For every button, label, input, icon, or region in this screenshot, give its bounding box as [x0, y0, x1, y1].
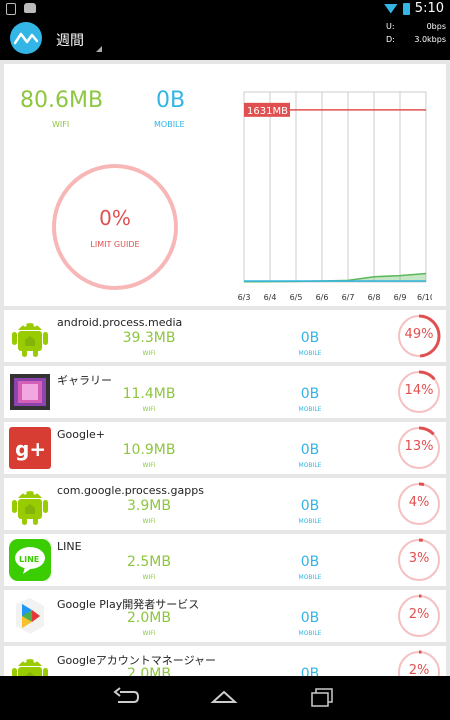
android-icon	[8, 482, 52, 526]
play-services-icon	[8, 594, 52, 638]
app-wifi-value: 10.9MB	[122, 442, 176, 458]
chart-x-tick: 6/6	[316, 293, 329, 302]
app-share-percent: 3%	[408, 551, 430, 566]
app-name: com.google.process.gapps	[57, 484, 204, 497]
app-row[interactable]: Googleアカウントマネージャー2.0MBWIFI0BMOBILE2%	[4, 646, 446, 676]
chart-x-tick: 6/4	[264, 293, 277, 302]
navigation-bar	[0, 676, 450, 720]
spinner-arrow-icon	[96, 46, 102, 52]
total-wifi-value: 80.6MB	[20, 88, 104, 113]
app-name: ギャラリー	[57, 374, 112, 387]
recent-apps-button[interactable]	[308, 686, 336, 708]
app-mobile-label: MOBILE	[298, 350, 322, 357]
gallery-icon	[8, 370, 52, 414]
chart-frame	[243, 91, 427, 283]
app-share-percent: 49%	[404, 327, 434, 342]
download-speed: 3.0kbps	[414, 35, 446, 44]
summary-card: 80.6MB WIFI 0B MOBILE 0% LIMIT GUIDE 6/3…	[4, 64, 446, 306]
app-name: Google+	[57, 428, 106, 441]
app-share-percent: 2%	[408, 663, 430, 676]
line-icon: LINE	[8, 538, 52, 582]
app-share-percent: 2%	[408, 607, 430, 622]
app-mobile-label: MOBILE	[298, 406, 322, 413]
limit-guide-ring[interactable]: 0% LIMIT GUIDE	[52, 164, 178, 290]
android-icon	[8, 650, 52, 676]
app-wifi-value: 2.0MB	[127, 666, 171, 676]
app-row[interactable]: Google Play開発者サービス 2.0MB WIFI 0B MOBILE 2%	[4, 590, 446, 642]
sd-card-icon	[6, 3, 16, 15]
chart-x-tick: 6/5	[290, 293, 303, 302]
app-name: LINE	[57, 540, 82, 553]
app-wifi-label: WIFI	[142, 574, 156, 581]
status-time: 5:10	[414, 1, 444, 16]
app-wifi-value: 2.5MB	[127, 554, 171, 570]
app-mobile-label: MOBILE	[298, 518, 322, 525]
battery-icon	[402, 2, 410, 15]
app-mobile-value: 0B	[300, 330, 320, 346]
limit-guide-label: LIMIT GUIDE	[90, 240, 140, 249]
total-wifi-label: WIFI	[52, 120, 70, 129]
speed-meter: U: 0bps D: 3.0kbps	[386, 20, 446, 46]
app-wifi-label: WIFI	[142, 350, 156, 357]
app-row[interactable]: com.google.process.gapps 3.9MB WIFI 0B MOBIL…	[4, 478, 446, 530]
app-mobile-value: 0B	[300, 442, 320, 458]
app-wifi-value: 3.9MB	[127, 498, 171, 514]
period-spinner[interactable]: 週間	[56, 30, 84, 50]
android-icon	[8, 314, 52, 358]
app-mobile-value: 0B	[300, 386, 320, 402]
chart-x-tick: 6/3	[238, 293, 250, 302]
google-plus-icon: g+	[8, 426, 52, 470]
chart-x-tick: 6/9	[394, 293, 407, 302]
app-name: android.process.media	[57, 316, 183, 329]
app-mobile-value: 0B	[300, 498, 320, 514]
limit-percent: 0%	[99, 206, 131, 230]
app-mobile-label: MOBILE	[298, 630, 322, 637]
home-button[interactable]	[210, 686, 238, 708]
app-share-percent: 14%	[404, 383, 434, 398]
app-row[interactable]: android.process.media 39.3MB WIFI 0B MOBILE 4…	[4, 310, 446, 362]
app-wifi-label: WIFI	[142, 406, 156, 413]
total-mobile-label: MOBILE	[154, 120, 185, 129]
app-wifi-value: 2.0MB	[127, 610, 171, 626]
status-bar: 5:10	[0, 0, 450, 18]
app-row[interactable]: LINE LINE 2.5MB WIFI 0B MOBILE 3%	[4, 534, 446, 586]
app-wifi-value: 11.4MB	[122, 386, 176, 402]
app-mobile-label: MOBILE	[298, 574, 322, 581]
chart-x-tick: 6/10	[417, 293, 432, 302]
notification-icons	[6, 3, 36, 15]
app-mobile-value: 0B	[300, 554, 320, 570]
app-wifi-value: 39.3MB	[122, 330, 176, 346]
download-label: D:	[386, 35, 395, 44]
content-area[interactable]: 80.6MB WIFI 0B MOBILE 0% LIMIT GUIDE 6/3…	[0, 60, 450, 676]
wifi-signal-icon	[383, 3, 398, 14]
app-mobile-label: MOBILE	[298, 462, 322, 469]
total-mobile-value: 0B	[156, 88, 186, 113]
app-share-percent: 4%	[408, 495, 430, 510]
app-wifi-label: WIFI	[142, 462, 156, 469]
app-mobile-value: 0B	[300, 666, 320, 676]
app-logo-icon[interactable]	[10, 22, 42, 54]
app-row[interactable]: ギャラリー 11.4MB WIFI 0B MOBILE 14%	[4, 366, 446, 418]
upload-label: U:	[386, 22, 395, 31]
app-row[interactable]: g+ Google+ 10.9MB WIFI 0B MOBILE 13%	[4, 422, 446, 474]
chart-limit-label: 1631MB	[247, 106, 288, 117]
upload-speed: 0bps	[426, 22, 446, 31]
usage-chart: 6/3 6/4 6/5 6/6 6/7 6/8 6/9 6/10 1631MB	[238, 91, 432, 302]
svg-text:g+: g+	[15, 437, 46, 461]
chart-x-tick: 6/8	[368, 293, 381, 302]
action-bar: 週間 U: 0bps D: 3.0kbps	[0, 18, 450, 60]
chart-x-tick: 6/7	[342, 293, 355, 302]
android-debug-icon	[24, 3, 36, 13]
back-button[interactable]	[112, 686, 140, 708]
app-wifi-label: WIFI	[142, 518, 156, 525]
app-mobile-value: 0B	[300, 610, 320, 626]
app-share-percent: 13%	[404, 439, 434, 454]
svg-text:LINE: LINE	[19, 555, 39, 564]
app-wifi-label: WIFI	[142, 630, 156, 637]
